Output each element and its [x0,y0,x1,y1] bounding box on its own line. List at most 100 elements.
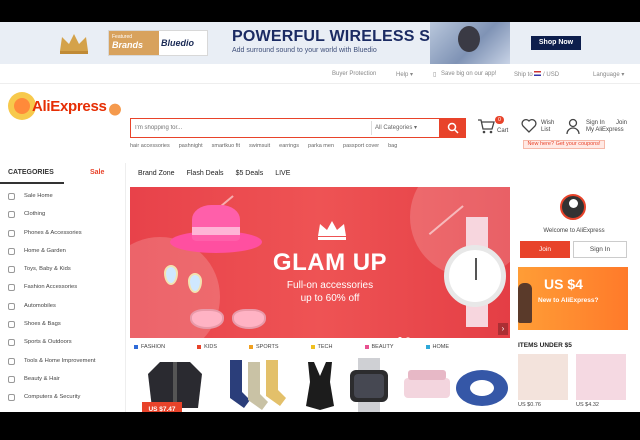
category-icon [8,229,15,237]
search-button[interactable] [440,118,466,138]
category-item[interactable]: Clothing [8,210,96,228]
new-user-coupon-banner[interactable]: US $4 New to AliExpress? [518,267,628,330]
category-icon [8,339,15,347]
category-label: Clothing [24,211,46,218]
hot-keyword-link[interactable]: hair accessories [130,143,170,149]
categories-header: CATEGORIES Sale [0,163,126,184]
carousel-dots[interactable] [398,328,414,338]
language-link[interactable]: Language ▾ [593,71,624,78]
help-link[interactable]: Help ▾ [396,71,413,78]
hot-keyword-link[interactable]: smartkuo fit [212,143,240,149]
nav-link[interactable]: Flash Deals [187,170,224,177]
product-socks-image[interactable] [224,358,288,412]
category-label: Computers & Security [24,394,81,401]
heart-icon [521,118,537,133]
category-item[interactable]: Toys, Baby & Kids [8,265,96,283]
product-pillow-image[interactable] [454,358,510,412]
promo-subtitle: Add surround sound to your world with Bl… [232,47,377,54]
category-tab[interactable]: SPORTS [249,344,279,350]
category-icon [8,211,15,219]
category-tab[interactable]: TECH [310,344,333,350]
search-bar: All Categories ▾ [130,118,440,138]
category-label: Shoes & Bags [24,321,61,328]
join-button[interactable]: Join [520,241,570,258]
cart-button[interactable]: 0 Cart [477,116,508,134]
top-links-bar: Buyer Protection Help ▾ ▯ Save big on ou… [0,64,640,84]
nav-link[interactable]: Brand Zone [138,170,175,177]
category-label: Tools & Home Improvement [24,357,96,364]
hot-keyword-link[interactable]: earrings [279,143,299,149]
category-item[interactable]: Computers & Security [8,393,96,411]
sunglasses-image [190,305,270,329]
wishlist-button[interactable]: Wish List [521,118,554,133]
carousel-next-button[interactable]: › [498,323,508,335]
nav-link[interactable]: $5 Deals [236,170,264,177]
help-label: Help [396,72,409,78]
product-swimsuit-image[interactable] [300,358,340,412]
sign-in-button[interactable]: Sign In [573,241,627,258]
app-link[interactable]: Save big on our app! [441,71,496,77]
category-label: Sports & Outdoors [24,339,72,346]
hot-keyword-link[interactable]: passport cover [343,143,379,149]
main-nav: Brand Zone Flash Deals $5 Deals LIVE [138,170,302,177]
watch-image [432,217,510,327]
buyer-protection-link[interactable]: Buyer Protection [332,71,376,77]
hero-subtitle: Full-on accessories up to 60% off [230,279,430,305]
aliexpress-logo[interactable]: AliExpress [8,88,128,128]
search-category-label: All Categories [375,125,413,131]
category-tab[interactable]: FASHION [134,344,165,350]
category-item[interactable]: Sports & Outdoors [8,338,96,356]
category-icon [8,321,15,329]
under5-product-image[interactable] [518,354,568,400]
category-item[interactable]: Home & Garden [8,247,96,265]
category-item[interactable]: Phones & Accessories [8,229,96,247]
language-label: Language [593,72,620,78]
category-tabs: FASHION KIDS SPORTS TECH BEAUTY HOME [134,344,481,350]
nav-link[interactable]: LIVE [275,170,290,177]
product-smartwatch-image[interactable] [344,358,394,412]
category-tab[interactable]: HOME [425,344,449,350]
new-user-coupon-link[interactable]: New here? Get your coupons! [523,140,605,149]
hot-keywords: hair accessories pashnight smartkuo fit swi… [130,143,406,149]
category-tab-label: SPORTS [256,344,279,350]
category-item[interactable]: Shoes & Bags [8,320,96,338]
category-tab[interactable]: KIDS [197,344,217,350]
pink-hat-image [170,197,262,257]
cart-label: Cart [497,128,509,134]
product-lamp-image[interactable] [400,358,454,412]
category-icon [8,284,15,292]
category-item[interactable]: Sale Home [8,192,96,210]
crown-icon [318,221,346,240]
hero-banner[interactable]: GLAM UP Full-on accessories up to 60% of… [130,187,510,338]
categories-tab[interactable]: CATEGORIES [8,169,54,176]
brand-logo: Bluedio [161,38,194,48]
category-item[interactable]: Beauty & Hair [8,375,96,393]
ship-to-link[interactable]: Ship to / USD [514,71,559,78]
hot-keyword-link[interactable]: swimsuit [249,143,270,149]
category-item[interactable]: Fashion Accessories [8,283,96,301]
hot-keyword-link[interactable]: parka men [308,143,334,149]
search-category-select[interactable]: All Categories ▾ [375,124,417,131]
category-label: Home & Garden [24,247,66,254]
account-button[interactable]: Sign In My AliExpress Join [566,118,627,134]
category-tab[interactable]: BEAUTY [364,344,394,350]
hot-keyword-link[interactable]: bag [388,143,397,149]
search-divider [371,121,372,135]
under5-price: US $4.32 [576,402,599,408]
category-item[interactable]: Tools & Home Improvement [8,357,96,375]
category-label: Fashion Accessories [24,284,78,291]
sale-tab[interactable]: Sale [90,169,104,176]
under5-product-image[interactable] [576,354,626,400]
category-item[interactable]: Automobiles [8,302,96,320]
hero-title: GLAM UP [272,249,388,276]
join-link[interactable]: Join [616,120,627,126]
category-label: Beauty & Hair [24,375,60,382]
search-input[interactable] [135,122,355,134]
hot-keyword-link[interactable]: pashnight [179,143,203,149]
featured-brands-badge: Featured Brands Bluedio [108,30,208,56]
promo-banner[interactable]: Featured Brands Bluedio POWERFUL WIRELESS… [0,22,640,64]
search-icon [447,122,459,134]
hero-subtitle-line-1: Full-on accessories [286,280,374,291]
shop-now-button[interactable]: Shop Now [531,36,581,50]
category-tab-label: KIDS [204,344,217,350]
